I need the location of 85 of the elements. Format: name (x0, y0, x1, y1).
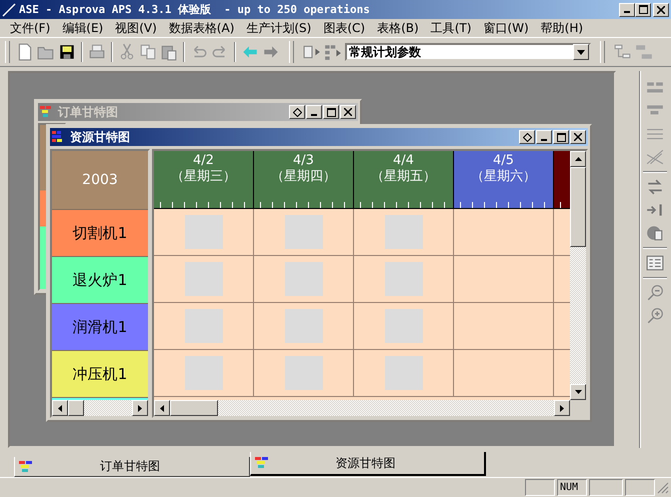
vertical-scrollbar[interactable] (570, 151, 586, 400)
menu-item[interactable]: 表格(B) (371, 20, 425, 36)
menu-item[interactable]: 帮助(H) (534, 20, 590, 36)
close-button[interactable] (570, 130, 586, 144)
minimize-button[interactable] (536, 130, 552, 144)
grid-arrow-icon[interactable] (324, 43, 342, 61)
down-arrow-icon (574, 390, 582, 394)
schedule-parameter-dropdown[interactable]: 常规计划参数 (345, 43, 591, 61)
scroll-thumb[interactable] (570, 167, 586, 247)
new-file-icon[interactable] (16, 43, 34, 61)
restore-button[interactable] (289, 105, 305, 119)
tree-icon[interactable] (614, 43, 632, 61)
document-tab[interactable]: 订单甘特图 (14, 457, 250, 477)
horizontal-scrollbar[interactable] (52, 400, 148, 416)
swap-arrows-icon[interactable] (646, 178, 664, 196)
year-header: 2003 (52, 151, 148, 210)
menu-item[interactable]: 文件(F) (4, 20, 56, 36)
restore-button[interactable] (519, 130, 535, 144)
menu-item[interactable]: 视图(V) (109, 20, 163, 36)
paste-icon[interactable] (160, 43, 178, 61)
copy-icon[interactable] (139, 43, 157, 61)
app-icon (2, 2, 16, 16)
menu-item[interactable]: 工具(T) (424, 20, 478, 36)
close-icon (344, 108, 352, 116)
weekday-label: （星期五） (371, 169, 436, 185)
menu-item[interactable]: 图表(C) (317, 20, 372, 36)
weekday-label: （星期六） (471, 169, 536, 185)
close-button[interactable] (340, 105, 356, 119)
maximize-button[interactable] (553, 130, 569, 144)
maximize-button[interactable] (635, 2, 651, 16)
maximize-icon (326, 108, 336, 116)
up-arrow-icon (574, 157, 582, 161)
left-arrow-icon (160, 404, 164, 412)
status-pane (525, 479, 555, 496)
date-label: 4/2 (193, 153, 214, 169)
date-label: 4/5 (493, 153, 514, 169)
gantt-icon (255, 457, 271, 469)
resize-grip-icon[interactable] (657, 482, 669, 494)
document-title: 订单甘特图 (58, 104, 119, 120)
menu-item[interactable]: 窗口(W) (477, 20, 535, 36)
close-icon (657, 6, 665, 14)
dropdown-arrow-icon (577, 50, 585, 54)
maximize-icon (638, 5, 648, 14)
close-icon (574, 133, 582, 141)
import-icon[interactable] (303, 43, 321, 61)
document-title: 资源甘特图 (70, 128, 131, 146)
left-arrow-icon (58, 404, 62, 412)
minimize-button[interactable] (306, 105, 322, 119)
menu-item[interactable]: 生产计划(S) (240, 20, 318, 36)
scroll-thumb[interactable] (170, 400, 218, 416)
zoom-out-icon[interactable] (646, 284, 664, 302)
weekday-label: （星期三） (171, 169, 236, 185)
resource-row-header: 冲压机1 (52, 351, 148, 398)
num-lock-indicator: NUM (557, 479, 587, 496)
clipboard-icon[interactable] (646, 224, 664, 242)
maximize-icon (556, 132, 566, 142)
right-arrow-icon (138, 404, 142, 412)
gantt-icon (19, 460, 35, 472)
printer-icon[interactable] (88, 43, 106, 61)
menu-item[interactable]: 编辑(E) (56, 20, 110, 36)
minimize-icon (541, 138, 547, 140)
horizontal-scrollbar[interactable] (154, 400, 586, 416)
diamond-icon (522, 132, 532, 142)
resource-row-header: 退火炉1 (52, 257, 148, 304)
date-label: 4/3 (293, 153, 314, 169)
resource-row-header: 润滑机1 (52, 304, 148, 351)
status-pane (589, 479, 623, 496)
list-icon[interactable] (646, 254, 664, 272)
maximize-button[interactable] (323, 105, 339, 119)
zoom-in-icon[interactable] (646, 307, 664, 325)
document-tab[interactable]: 资源甘特图 (250, 452, 486, 476)
resource-row-header: 切割机1 (52, 210, 148, 257)
status-pane (625, 479, 655, 496)
right-arrow-icon (560, 404, 564, 412)
minimize-button[interactable] (619, 2, 635, 16)
scroll-thumb[interactable] (68, 400, 84, 416)
menu-item[interactable]: 数据表格(A) (162, 20, 240, 36)
close-button[interactable] (653, 2, 669, 16)
weekday-label: （星期四） (271, 169, 336, 185)
window-title: ASE - Asprova APS 4.3.1 体验版 - up to 250 operations (19, 2, 371, 17)
save-icon[interactable] (58, 43, 76, 61)
date-label: 4/4 (393, 153, 414, 169)
minimize-icon (624, 11, 630, 13)
diamond-icon (292, 108, 302, 116)
minimize-icon (311, 114, 317, 116)
